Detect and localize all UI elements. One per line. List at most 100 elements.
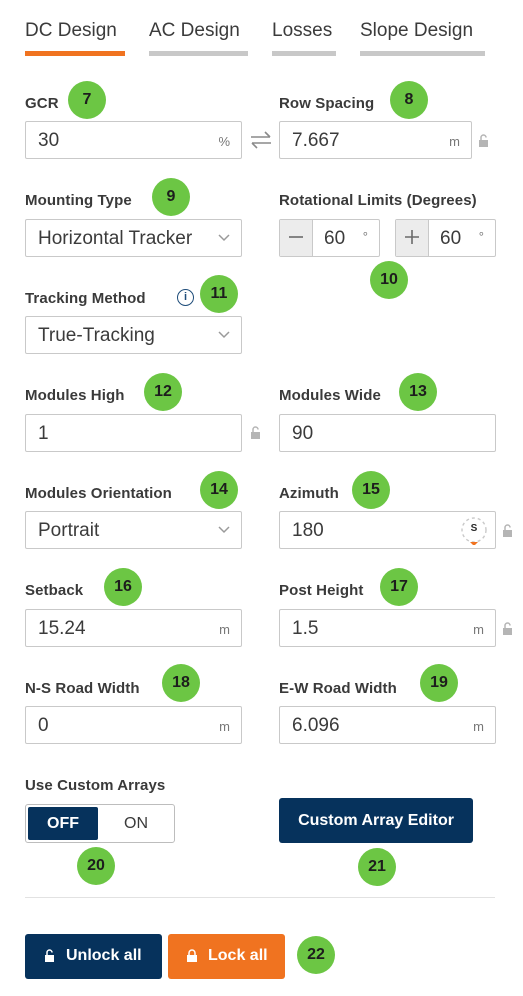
modules-orientation-label: Modules Orientation (25, 485, 172, 502)
post-height-input[interactable]: 1.5 m (279, 609, 496, 647)
ns-road-width-unit: m (219, 719, 230, 734)
unlock-all-button[interactable]: Unlock all (25, 934, 162, 979)
callout-badge-18: 18 (162, 664, 200, 702)
unlock-icon[interactable] (502, 524, 514, 538)
callout-badge-8: 8 (390, 81, 428, 119)
row-spacing-input[interactable]: 7.667 m (279, 121, 472, 159)
callout-badge-10: 10 (370, 261, 408, 299)
azimuth-value: 180 (292, 520, 324, 541)
callout-badge-12: 12 (144, 373, 182, 411)
tab-dc-design-indicator (25, 51, 125, 56)
row-spacing-value: 7.667 (292, 130, 340, 151)
mounting-type-value: Horizontal Tracker (38, 228, 193, 249)
gcr-input[interactable]: 30 % (25, 121, 242, 159)
azimuth-input[interactable]: 180 S (279, 511, 496, 549)
design-tabs: DC Design AC Design Losses Slope Design (25, 0, 495, 58)
gcr-value: 30 (38, 130, 60, 151)
setback-input[interactable]: 15.24 m (25, 609, 242, 647)
tab-losses-indicator (272, 51, 336, 56)
callout-badge-13: 13 (399, 373, 437, 411)
callout-badge-16: 16 (104, 568, 142, 606)
rotational-max-input[interactable]: 60 ° (395, 219, 496, 257)
callout-badge-19: 19 (420, 664, 458, 702)
unlock-icon[interactable] (478, 134, 490, 148)
tab-ac-design[interactable]: AC Design (149, 20, 240, 42)
gcr-label: GCR (25, 95, 59, 112)
ew-road-width-label: E-W Road Width (279, 680, 397, 697)
tab-losses[interactable]: Losses (272, 20, 332, 42)
rotational-max-value: 60 (440, 228, 462, 249)
decrement-button[interactable] (280, 220, 313, 256)
unlock-icon (45, 949, 54, 962)
modules-high-input[interactable]: 1 (25, 414, 242, 452)
mounting-type-label: Mounting Type (25, 192, 132, 209)
lock-all-button[interactable]: Lock all (168, 934, 285, 979)
modules-high-value: 1 (38, 423, 49, 444)
custom-array-editor-button[interactable]: Custom Array Editor (279, 798, 473, 843)
rotational-min-input[interactable]: 60 ° (279, 219, 380, 257)
callout-badge-21: 21 (358, 848, 396, 886)
callout-badge-7: 7 (68, 81, 106, 119)
chevron-down-icon (218, 234, 230, 242)
mounting-type-select[interactable]: Horizontal Tracker (25, 219, 242, 257)
divider (25, 897, 495, 898)
ns-road-width-value: 0 (38, 715, 49, 736)
gcr-unit: % (218, 134, 230, 149)
setback-value: 15.24 (38, 618, 86, 639)
tab-slope-design-indicator (360, 51, 485, 56)
ew-road-width-value: 6.096 (292, 715, 340, 736)
ew-road-width-unit: m (473, 719, 484, 734)
toggle-off-option[interactable]: OFF (28, 807, 98, 840)
info-icon[interactable]: i (177, 289, 194, 306)
post-height-label: Post Height (279, 582, 364, 599)
unlock-icon[interactable] (250, 426, 262, 440)
rotational-max-unit: ° (478, 229, 484, 244)
ns-road-width-label: N-S Road Width (25, 680, 140, 697)
post-height-unit: m (473, 622, 484, 637)
callout-badge-11: 11 (200, 275, 238, 313)
chevron-down-icon (218, 526, 230, 534)
callout-badge-9: 9 (152, 178, 190, 216)
lock-icon (187, 949, 197, 962)
increment-button[interactable] (396, 220, 429, 256)
use-custom-arrays-label: Use Custom Arrays (25, 777, 166, 794)
unlock-all-label: Unlock all (66, 947, 142, 964)
ns-road-width-input[interactable]: 0 m (25, 706, 242, 744)
tab-slope-design[interactable]: Slope Design (360, 20, 473, 42)
setback-unit: m (219, 622, 230, 637)
swap-arrows-icon[interactable] (250, 131, 272, 149)
custom-arrays-toggle[interactable]: OFF ON (25, 804, 175, 843)
callout-badge-22: 22 (297, 936, 335, 974)
callout-badge-14: 14 (200, 471, 238, 509)
tracking-method-value: True-Tracking (38, 325, 155, 346)
row-spacing-label: Row Spacing (279, 95, 375, 112)
post-height-value: 1.5 (292, 618, 319, 639)
modules-wide-input[interactable]: 90 (279, 414, 496, 452)
tab-ac-design-indicator (149, 51, 248, 56)
compass-icon[interactable]: S (459, 515, 489, 545)
modules-wide-label: Modules Wide (279, 387, 381, 404)
ew-road-width-input[interactable]: 6.096 m (279, 706, 496, 744)
minus-icon (289, 236, 303, 238)
toggle-on-option[interactable]: ON (100, 807, 172, 840)
setback-label: Setback (25, 582, 84, 599)
rotational-min-unit: ° (362, 229, 368, 244)
chevron-down-icon (218, 331, 230, 339)
lock-all-label: Lock all (208, 947, 268, 964)
tracking-method-select[interactable]: True-Tracking (25, 316, 242, 354)
callout-badge-20: 20 (77, 847, 115, 885)
modules-wide-value: 90 (292, 423, 314, 444)
unlock-icon[interactable] (502, 622, 514, 636)
modules-orientation-select[interactable]: Portrait (25, 511, 242, 549)
modules-high-label: Modules High (25, 387, 125, 404)
plus-icon (405, 230, 419, 244)
tab-dc-design[interactable]: DC Design (25, 20, 117, 42)
compass-letter: S (470, 523, 478, 534)
tracking-method-label: Tracking Method (25, 290, 146, 307)
callout-badge-17: 17 (380, 568, 418, 606)
row-spacing-unit: m (449, 134, 460, 149)
callout-badge-15: 15 (352, 471, 390, 509)
modules-orientation-value: Portrait (38, 520, 100, 541)
rotational-limits-label: Rotational Limits (Degrees) (279, 192, 477, 209)
rotational-min-value: 60 (324, 228, 346, 249)
